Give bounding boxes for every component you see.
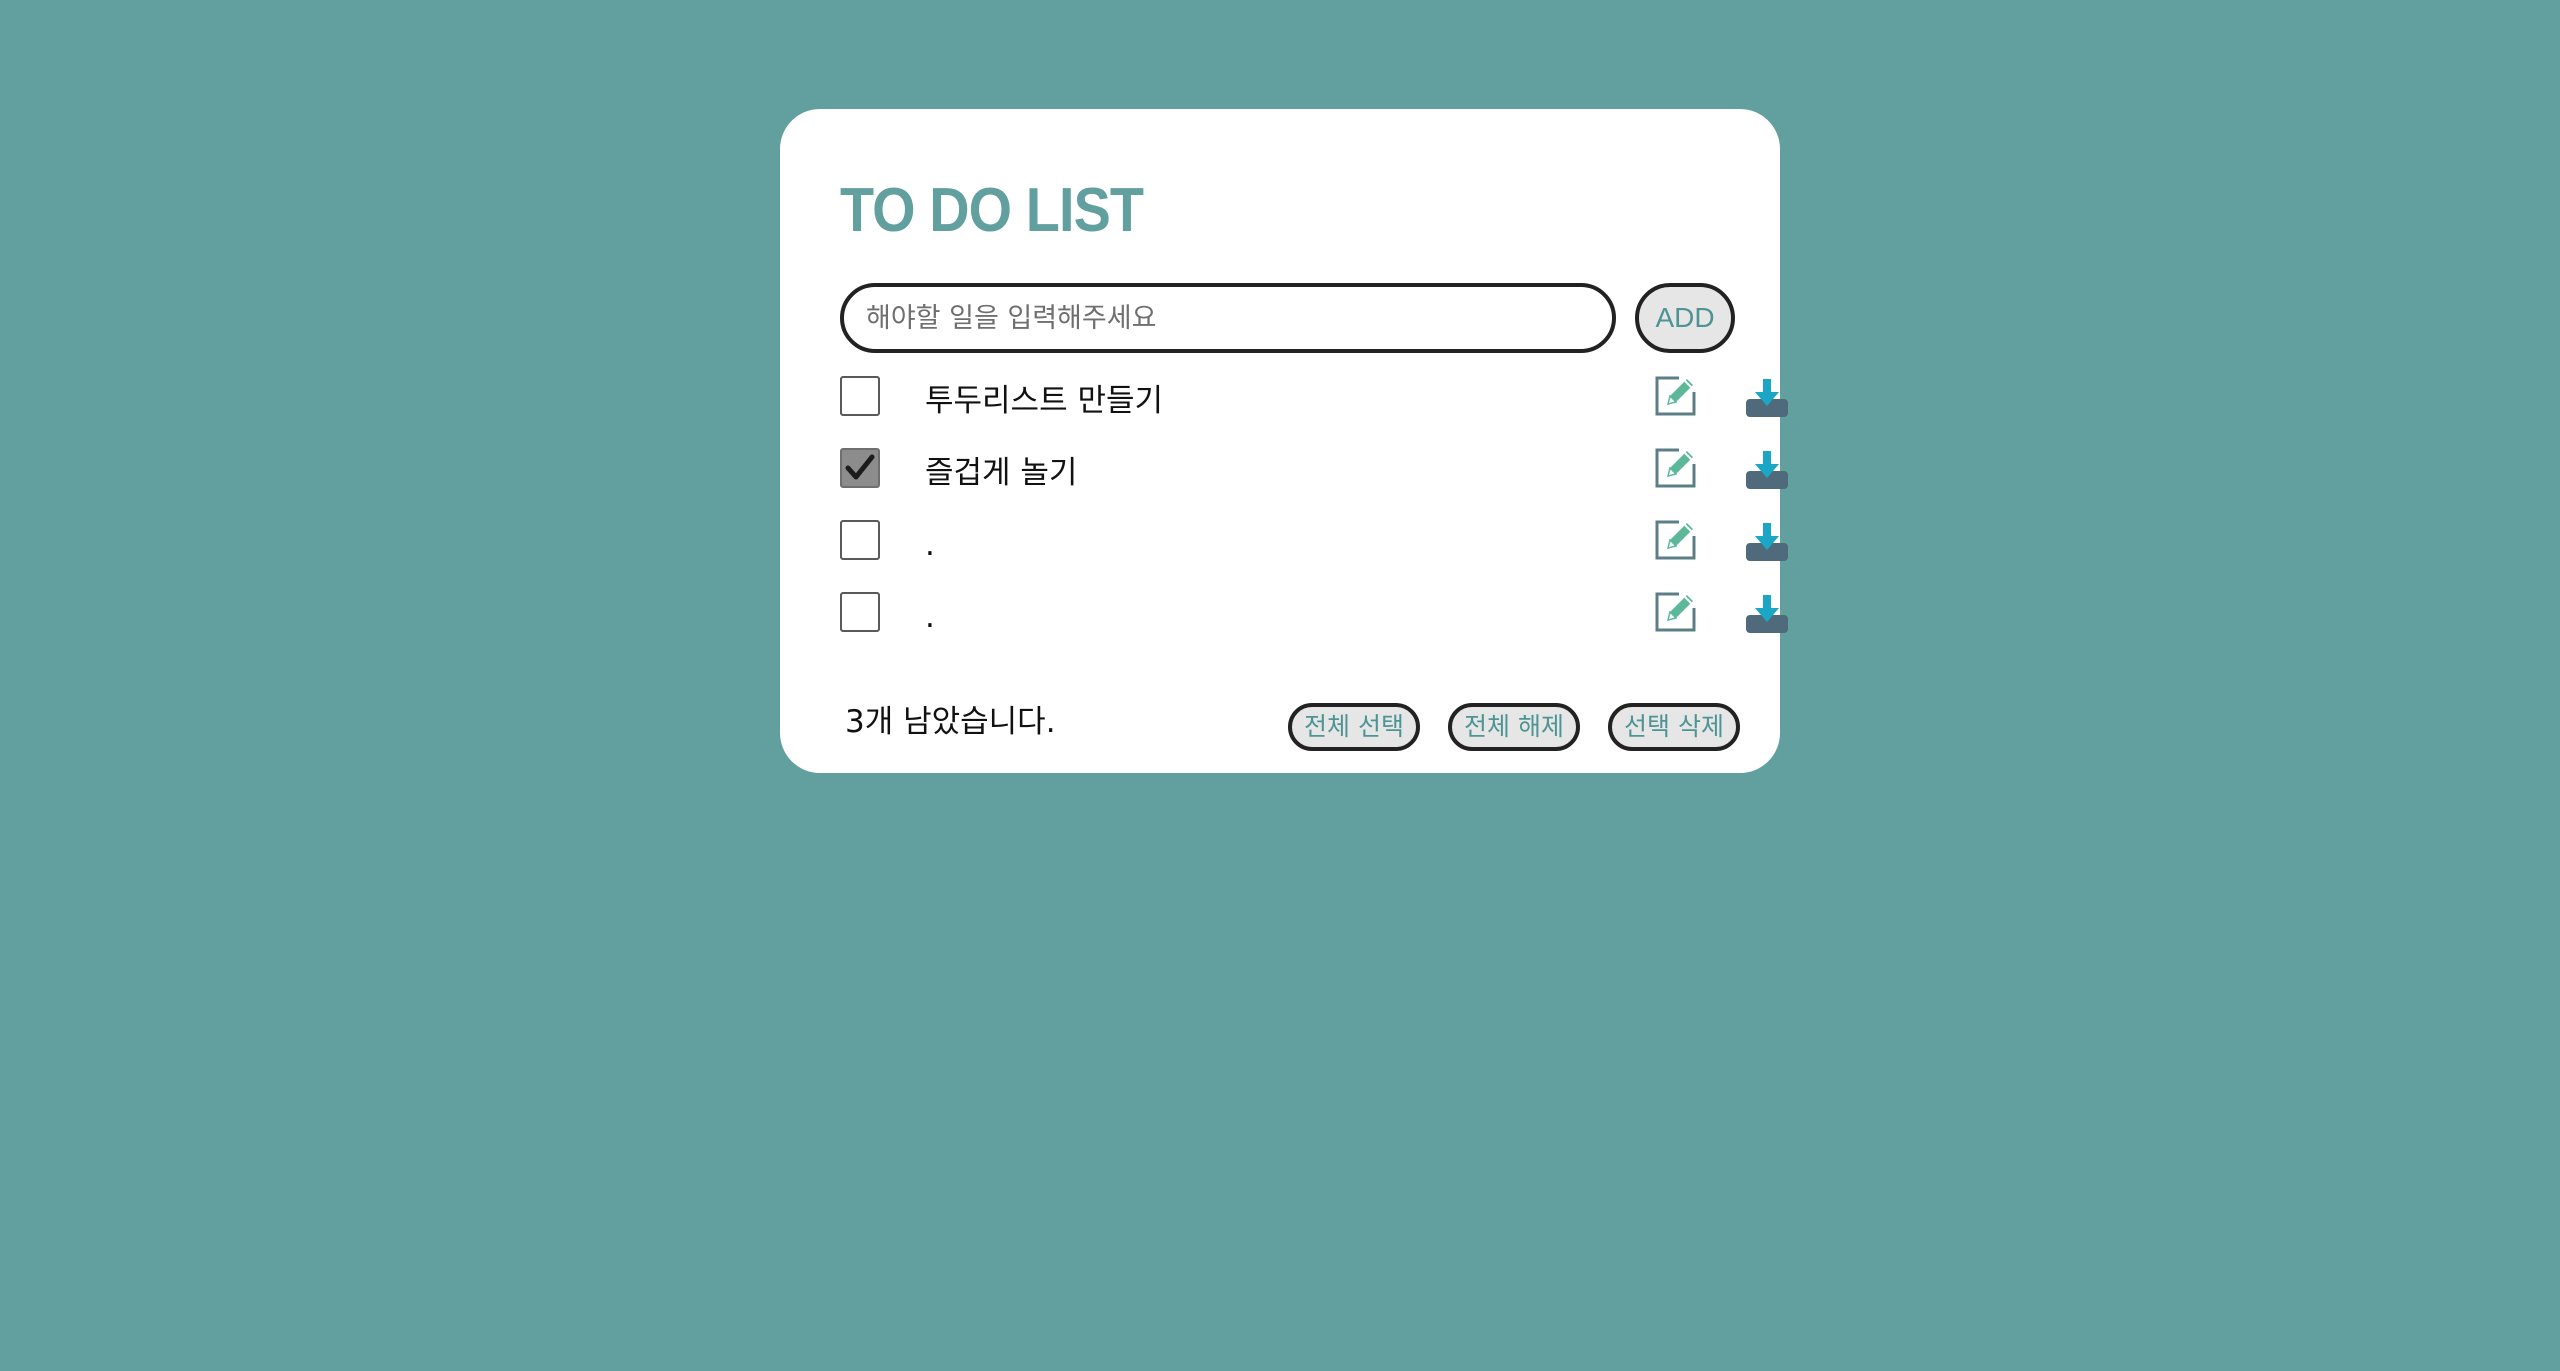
todo-item: 투두리스트 만들기 [840, 372, 1788, 444]
todo-input[interactable] [840, 283, 1616, 353]
todo-text: . [925, 527, 935, 563]
download-tray-icon [1746, 523, 1788, 561]
todo-text: . [925, 599, 935, 635]
edit-button[interactable] [1654, 446, 1698, 490]
pencil-edit-icon [1655, 448, 1696, 488]
pencil-edit-icon [1655, 592, 1696, 632]
pencil-edit-icon [1655, 376, 1696, 416]
edit-button[interactable] [1654, 374, 1698, 418]
delete-button[interactable] [1744, 593, 1790, 635]
todo-text: 즐겁게 놀기 [925, 455, 1078, 491]
remaining-count: 3개 남았습니다. [845, 704, 1056, 740]
page-title: TO DO LIST [840, 176, 1144, 245]
delete-selected-button[interactable]: 선택 삭제 [1608, 703, 1740, 751]
todo-checkbox[interactable] [840, 520, 880, 560]
edit-button[interactable] [1654, 518, 1698, 562]
add-button[interactable]: ADD [1635, 283, 1735, 353]
deselect-all-button[interactable]: 전체 해제 [1448, 703, 1580, 751]
todo-text: 투두리스트 만들기 [925, 383, 1164, 419]
select-all-button[interactable]: 전체 선택 [1288, 703, 1420, 751]
delete-button[interactable] [1744, 377, 1790, 419]
delete-button[interactable] [1744, 449, 1790, 491]
delete-button[interactable] [1744, 521, 1790, 563]
todo-list: 투두리스트 만들기 즐겁게 놀기 . . [840, 372, 1788, 660]
todo-item: . [840, 588, 1788, 660]
download-tray-icon [1746, 451, 1788, 489]
todo-checkbox[interactable] [840, 592, 880, 632]
todo-item: . [840, 516, 1788, 588]
todo-checkbox[interactable] [840, 376, 880, 416]
download-tray-icon [1746, 595, 1788, 633]
check-icon [845, 454, 875, 480]
download-tray-icon [1746, 379, 1788, 417]
todo-checkbox[interactable] [840, 448, 880, 488]
todo-item: 즐겁게 놀기 [840, 444, 1788, 516]
edit-button[interactable] [1654, 590, 1698, 634]
todo-card: TO DO LIST ADD 투두리스트 만들기 [780, 109, 1788, 773]
pencil-edit-icon [1655, 520, 1696, 560]
